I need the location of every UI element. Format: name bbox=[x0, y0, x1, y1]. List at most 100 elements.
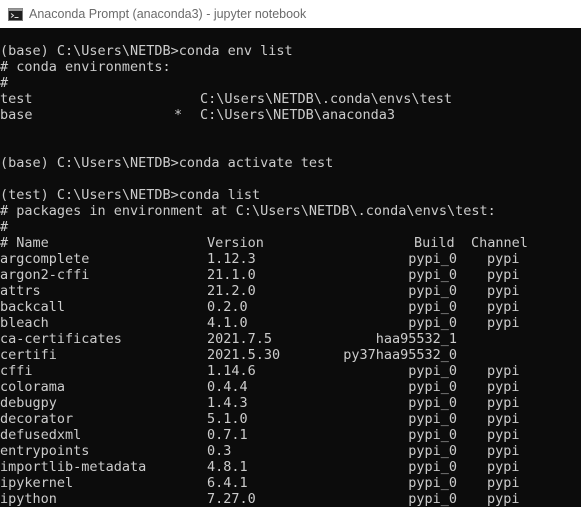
package-name: argcomplete bbox=[0, 251, 90, 267]
package-version: 0.2.0 bbox=[207, 299, 248, 315]
package-name: decorator bbox=[0, 411, 74, 427]
env-name: test bbox=[0, 91, 33, 107]
package-version: 4.8.1 bbox=[207, 459, 248, 475]
package-build: pypi_0 bbox=[408, 443, 457, 459]
package-name: ca-certificates bbox=[0, 331, 122, 347]
package-version: 4.1.0 bbox=[207, 315, 248, 331]
package-name: defusedxml bbox=[0, 427, 82, 443]
package-channel: pypi bbox=[487, 459, 520, 475]
output-line: # bbox=[0, 75, 9, 91]
env-row: test C:\Users\NETDB\.conda\envs\test bbox=[0, 91, 581, 107]
package-channel: pypi bbox=[487, 379, 520, 395]
package-build: pypi_0 bbox=[408, 427, 457, 443]
package-build: haa95532_1 bbox=[375, 331, 457, 347]
package-version: 2021.7.5 bbox=[207, 331, 273, 347]
package-build: pypi_0 bbox=[408, 459, 457, 475]
package-version: 21.2.0 bbox=[207, 283, 256, 299]
package-channel: pypi bbox=[487, 443, 520, 459]
env-path: C:\Users\NETDB\.conda\envs\test bbox=[200, 91, 452, 107]
package-name: ipython bbox=[0, 491, 57, 507]
package-channel: pypi bbox=[487, 251, 520, 267]
package-build: pypi_0 bbox=[408, 491, 457, 507]
package-build: pypi_0 bbox=[408, 251, 457, 267]
env-path: C:\Users\NETDB\anaconda3 bbox=[200, 107, 396, 123]
package-row: argcomplete 1.12.3 pypi_0 pypi bbox=[0, 251, 581, 267]
package-header-row: # Name Version Build Channel bbox=[0, 235, 581, 251]
package-row: ipykernel 6.4.1 pypi_0 pypi bbox=[0, 475, 581, 491]
package-version: 6.4.1 bbox=[207, 475, 248, 491]
package-row: attrs 21.2.0 pypi_0 pypi bbox=[0, 283, 581, 299]
column-name: # Name bbox=[0, 235, 49, 251]
package-row: argon2-cffi 21.1.0 pypi_0 pypi bbox=[0, 267, 581, 283]
title-bar[interactable]: Anaconda Prompt (anaconda3) - jupyter no… bbox=[0, 0, 581, 28]
package-version: 7.27.0 bbox=[207, 491, 256, 507]
package-name: backcall bbox=[0, 299, 66, 315]
package-version: 5.1.0 bbox=[207, 411, 248, 427]
package-name: bleach bbox=[0, 315, 49, 331]
package-name: debugpy bbox=[0, 395, 57, 411]
package-channel: pypi bbox=[487, 315, 520, 331]
package-channel: pypi bbox=[487, 299, 520, 315]
package-build: pypi_0 bbox=[408, 395, 457, 411]
env-row: base * C:\Users\NETDB\anaconda3 bbox=[0, 107, 581, 123]
output-line: # conda environments: bbox=[0, 59, 171, 75]
env-name: base bbox=[0, 107, 33, 123]
package-channel: pypi bbox=[487, 427, 520, 443]
column-channel: Channel bbox=[471, 235, 528, 251]
package-row: certifi 2021.5.30 py37haa95532_0 bbox=[0, 347, 581, 363]
package-version: 1.12.3 bbox=[207, 251, 256, 267]
package-channel: pypi bbox=[487, 491, 520, 507]
package-row: importlib-metadata 4.8.1 pypi_0 pypi bbox=[0, 459, 581, 475]
window-title: Anaconda Prompt (anaconda3) - jupyter no… bbox=[29, 7, 307, 21]
output-line: # bbox=[0, 219, 9, 235]
package-name: certifi bbox=[0, 347, 57, 363]
terminal-output[interactable]: (base) C:\Users\NETDB>conda env list # c… bbox=[0, 43, 581, 507]
package-build: pypi_0 bbox=[408, 411, 457, 427]
column-build: Build bbox=[414, 235, 455, 251]
command-line: (test) C:\Users\NETDB>conda list bbox=[0, 187, 261, 203]
column-version: Version bbox=[207, 235, 264, 251]
package-row: colorama 0.4.4 pypi_0 pypi bbox=[0, 379, 581, 395]
package-row: entrypoints 0.3 pypi_0 pypi bbox=[0, 443, 581, 459]
package-build: pypi_0 bbox=[408, 315, 457, 331]
command-line: (base) C:\Users\NETDB>conda activate tes… bbox=[0, 155, 334, 171]
package-build: pypi_0 bbox=[408, 379, 457, 395]
package-channel: pypi bbox=[487, 283, 520, 299]
package-channel: pypi bbox=[487, 267, 520, 283]
package-name: ipykernel bbox=[0, 475, 74, 491]
package-version: 0.7.1 bbox=[207, 427, 248, 443]
package-row: debugpy 1.4.3 pypi_0 pypi bbox=[0, 395, 581, 411]
package-version: 1.4.3 bbox=[207, 395, 248, 411]
package-row: decorator 5.1.0 pypi_0 pypi bbox=[0, 411, 581, 427]
package-build: py37haa95532_0 bbox=[343, 347, 457, 363]
package-row: bleach 4.1.0 pypi_0 pypi bbox=[0, 315, 581, 331]
package-version: 0.4.4 bbox=[207, 379, 248, 395]
package-channel: pypi bbox=[487, 411, 520, 427]
command-line: (base) C:\Users\NETDB>conda env list bbox=[0, 43, 293, 59]
package-row: ca-certificates 2021.7.5 haa95532_1 bbox=[0, 331, 581, 347]
package-build: pypi_0 bbox=[408, 267, 457, 283]
console-icon bbox=[8, 7, 23, 21]
package-row: cffi 1.14.6 pypi_0 pypi bbox=[0, 363, 581, 379]
package-version: 2021.5.30 bbox=[207, 347, 281, 363]
package-channel: pypi bbox=[487, 475, 520, 491]
package-build: pypi_0 bbox=[408, 475, 457, 491]
package-version: 21.1.0 bbox=[207, 267, 256, 283]
package-name: attrs bbox=[0, 283, 41, 299]
package-build: pypi_0 bbox=[408, 283, 457, 299]
package-row: backcall 0.2.0 pypi_0 pypi bbox=[0, 299, 581, 315]
package-build: pypi_0 bbox=[408, 363, 457, 379]
package-build: pypi_0 bbox=[408, 299, 457, 315]
package-row: defusedxml 0.7.1 pypi_0 pypi bbox=[0, 427, 581, 443]
package-name: argon2-cffi bbox=[0, 267, 90, 283]
package-name: colorama bbox=[0, 379, 66, 395]
package-name: entrypoints bbox=[0, 443, 90, 459]
package-row: ipython 7.27.0 pypi_0 pypi bbox=[0, 491, 581, 507]
package-channel: pypi bbox=[487, 395, 520, 411]
package-name: importlib-metadata bbox=[0, 459, 147, 475]
package-version: 0.3 bbox=[207, 443, 232, 459]
package-version: 1.14.6 bbox=[207, 363, 256, 379]
package-name: cffi bbox=[0, 363, 33, 379]
output-line: # packages in environment at C:\Users\NE… bbox=[0, 203, 496, 219]
package-channel: pypi bbox=[487, 363, 520, 379]
